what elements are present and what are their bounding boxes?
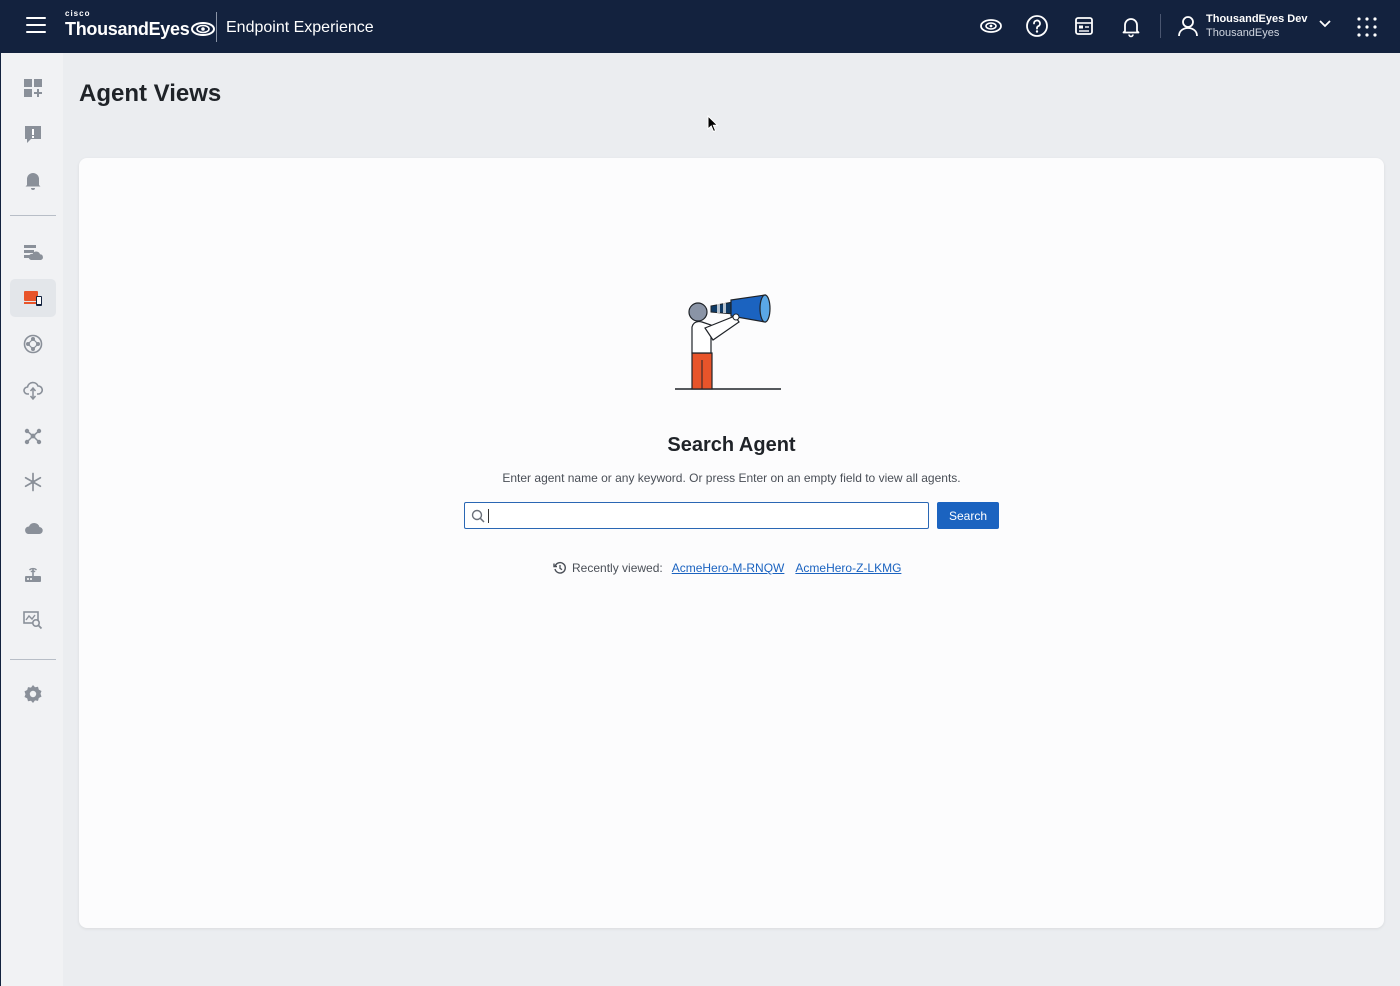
chevron-down-icon <box>1319 20 1331 28</box>
user-name: ThousandEyes Dev <box>1206 13 1308 25</box>
cloud-upload-icon <box>23 381 43 400</box>
sidebar-item-cloud-monitoring[interactable] <box>10 371 56 409</box>
sidebar-divider <box>10 659 56 660</box>
page-title: Agent Views <box>79 80 222 107</box>
topology-icon <box>24 428 42 445</box>
asterisk-icon <box>24 472 42 492</box>
sidebar-item-integrations[interactable] <box>10 463 56 501</box>
sidebar-item-cloud[interactable] <box>10 509 56 547</box>
sidebar-item-devices[interactable] <box>10 555 56 593</box>
mouse-cursor-icon <box>707 115 719 133</box>
cisco-label: cisco <box>65 9 91 18</box>
header-divider <box>216 12 217 42</box>
network-icon <box>23 334 43 354</box>
search-agent-title: Search Agent <box>667 434 796 456</box>
recent-agent-link[interactable]: AcmeHero-Z-LKMG <box>795 561 901 575</box>
search-hint: Enter agent name or any keyword. Or pres… <box>502 471 961 485</box>
logo[interactable]: cisco ThousandEyes <box>65 9 216 39</box>
calendar-icon[interactable] <box>1072 14 1096 38</box>
sidebar-item-notifications[interactable] <box>10 161 56 199</box>
sidebar-item-alerts[interactable] <box>10 115 56 153</box>
sidebar-divider <box>10 215 56 216</box>
text-caret <box>488 509 489 523</box>
cloud-agents-icon <box>24 245 43 260</box>
history-icon <box>553 561 566 574</box>
bell-icon[interactable] <box>1119 14 1143 38</box>
settings-icon <box>24 685 42 703</box>
sidebar-item-settings[interactable] <box>10 675 56 713</box>
brand-name: ThousandEyes <box>65 19 190 39</box>
sidebar-item-analysis[interactable] <box>10 601 56 639</box>
top-bar: cisco ThousandEyes Endpoint Experience T… <box>0 0 1400 53</box>
search-field[interactable] <box>464 502 929 529</box>
sidebar-item-endpoint-experience[interactable] <box>10 279 56 317</box>
menu-icon[interactable] <box>26 17 46 35</box>
recently-viewed-label: Recently viewed: <box>572 561 663 575</box>
sidebar-item-network[interactable] <box>10 325 56 363</box>
bell-icon <box>25 173 41 190</box>
app-grid-icon[interactable] <box>1356 16 1378 38</box>
sidebar-item-topology[interactable] <box>10 417 56 455</box>
router-icon <box>25 567 41 582</box>
endpoint-devices-icon <box>24 291 42 306</box>
recently-viewed: Recently viewed: AcmeHero-M-RNQW AcmeHer… <box>553 561 901 575</box>
header-separator <box>1160 14 1161 38</box>
dashboard-add-icon <box>24 79 42 97</box>
user-org: ThousandEyes <box>1206 27 1280 39</box>
user-icon <box>1178 16 1198 37</box>
help-icon[interactable] <box>1025 14 1049 38</box>
sidebar <box>0 53 63 986</box>
search-chart-icon <box>23 611 43 630</box>
alert-icon <box>25 126 41 143</box>
telescope-illustration <box>675 294 781 390</box>
search-agent-card: Search Agent Enter agent name or any key… <box>79 158 1384 928</box>
search-input[interactable] <box>487 504 923 527</box>
search-button[interactable]: Search <box>937 502 999 529</box>
sidebar-item-cloud-agents[interactable] <box>10 233 56 271</box>
product-name: Endpoint Experience <box>226 19 374 36</box>
eye-logo-icon <box>191 22 216 36</box>
recent-agent-link[interactable]: AcmeHero-M-RNQW <box>672 561 785 575</box>
cloud-icon <box>25 523 43 535</box>
search-icon <box>471 509 485 523</box>
eye-icon[interactable] <box>979 14 1003 38</box>
sidebar-item-dashboard[interactable] <box>10 69 56 107</box>
